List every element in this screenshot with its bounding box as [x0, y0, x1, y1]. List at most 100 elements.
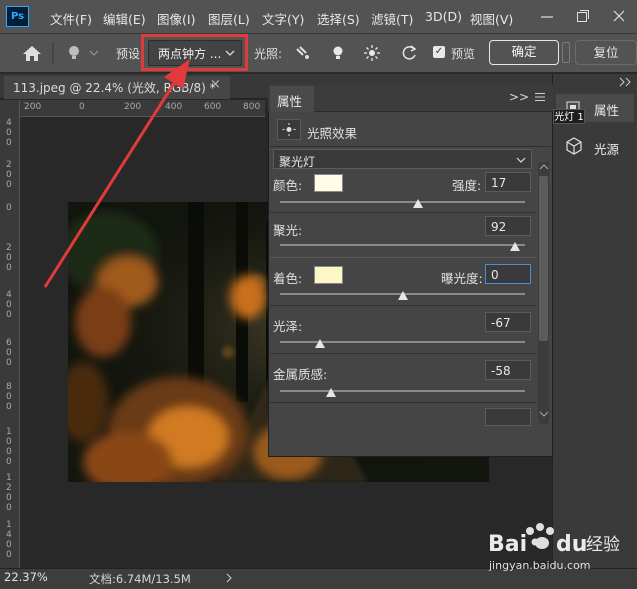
- ruler-left-label: 1 4 0 0: [6, 520, 12, 560]
- exposure-slider-thumb[interactable]: [397, 291, 408, 300]
- menu-file[interactable]: 文件(F): [50, 9, 92, 28]
- photoshop-logo-icon: Ps: [6, 6, 29, 27]
- panel-scrollbar-thumb[interactable]: [539, 176, 548, 341]
- metallic-slider-track[interactable]: [280, 390, 525, 392]
- ruler-left-label: 4 0 0: [6, 290, 12, 320]
- ruler-left-label: 2 0 0: [6, 160, 12, 190]
- light-type-dropdown[interactable]: 聚光灯: [273, 149, 532, 169]
- menu-image[interactable]: 图像(I): [157, 9, 195, 28]
- annotation-arrow-icon: [43, 59, 190, 288]
- menu-3d[interactable]: 3D(D): [425, 9, 462, 24]
- colorize-label: 着色:: [273, 271, 303, 286]
- add-infinite-light-button[interactable]: [362, 43, 382, 63]
- panel-divider: [270, 257, 536, 258]
- ruler-left-label: 0: [6, 203, 12, 213]
- intensity-label: 强度:: [452, 178, 482, 193]
- lighting-effects-icon: [277, 119, 301, 140]
- minimize-icon: [541, 16, 553, 18]
- ruler-left-label: 1 0 0 0: [6, 427, 12, 467]
- watermark-url: jingyan.baidu.com: [489, 559, 591, 572]
- dock-light-source-label: 光源: [594, 142, 620, 157]
- panel-menu-button[interactable]: [534, 91, 546, 101]
- ruler-top-label: 800: [243, 102, 261, 112]
- restore-button[interactable]: [571, 4, 595, 28]
- colorize-color-swatch[interactable]: [314, 266, 343, 284]
- scroll-down-icon[interactable]: [539, 410, 549, 418]
- light-label: 光照:: [254, 47, 283, 61]
- menu-type[interactable]: 文字(Y): [262, 9, 304, 28]
- intensity-slider-thumb[interactable]: [413, 199, 424, 208]
- preview-checkbox[interactable]: ✓: [433, 46, 445, 58]
- metallic-label: 金属质感:: [273, 367, 328, 382]
- hamburger-menu-icon: [535, 93, 545, 101]
- close-window-button[interactable]: [607, 4, 631, 28]
- add-point-light-button[interactable]: [328, 43, 348, 63]
- light-tooltip: 光灯 1: [553, 109, 585, 124]
- preview-label: 预览: [451, 47, 476, 61]
- rotate-icon: [402, 45, 417, 60]
- sun-icon: [364, 45, 380, 61]
- divider-handle: [562, 42, 570, 63]
- exposure-label: 曝光度:: [441, 271, 483, 286]
- gloss-label: 光泽:: [273, 319, 303, 334]
- menu-view[interactable]: 视图(V): [470, 9, 513, 28]
- close-icon: [613, 10, 625, 22]
- hotspot-input[interactable]: 92: [485, 216, 531, 236]
- ruler-left-label: 4 0 0: [6, 118, 12, 148]
- gloss-input[interactable]: -67: [485, 312, 531, 332]
- double-chevron-right-icon: [619, 77, 631, 87]
- reset-lights-button[interactable]: [399, 43, 421, 63]
- ruler-left-label: 1 2 0 0: [6, 473, 12, 513]
- section-title: 光照效果: [307, 126, 358, 141]
- panel-divider: [270, 402, 536, 403]
- ok-button[interactable]: 确定: [489, 40, 559, 65]
- hotspot-slider-thumb[interactable]: [510, 242, 521, 251]
- light-type-value: 聚光灯: [279, 155, 316, 169]
- hotspot-label: 聚光:: [273, 223, 303, 238]
- panel-divider: [270, 353, 536, 354]
- dock-properties-label: 属性: [594, 103, 620, 118]
- intensity-input[interactable]: 17: [485, 172, 531, 192]
- exposure-input[interactable]: 0: [485, 264, 531, 284]
- hotspot-slider-track[interactable]: [280, 244, 525, 246]
- sun-icon: [282, 123, 296, 136]
- menu-layer[interactable]: 图层(L): [208, 9, 250, 28]
- next-field-input[interactable]: [485, 408, 531, 426]
- chevron-right-icon[interactable]: [225, 573, 233, 583]
- baidu-paw-icon: Bai du 经验: [488, 523, 620, 557]
- ruler-top-label: 600: [204, 102, 222, 112]
- baidu-watermark-logo: Bai du 经验 jingyan.baidu.com: [486, 517, 636, 577]
- dock-collapse-button[interactable]: [617, 76, 635, 88]
- properties-tab[interactable]: 属性: [270, 86, 314, 112]
- metallic-slider-thumb[interactable]: [326, 388, 337, 397]
- dock-light-source-button[interactable]: 光源: [556, 131, 634, 161]
- ruler-left-label: 2 0 0: [6, 243, 12, 273]
- metallic-input[interactable]: -58: [485, 360, 531, 380]
- color-label: 颜色:: [273, 178, 303, 193]
- menu-select[interactable]: 选择(S): [317, 9, 360, 28]
- svg-text:Bai: Bai: [488, 532, 527, 557]
- restore-icon: [577, 10, 589, 22]
- intensity-slider-track[interactable]: [280, 201, 525, 203]
- minimize-button[interactable]: [535, 4, 559, 28]
- point-light-icon: [333, 46, 343, 59]
- menu-edit[interactable]: 编辑(E): [103, 9, 146, 28]
- gloss-slider-thumb[interactable]: [315, 339, 326, 348]
- svg-text:du: du: [556, 532, 587, 557]
- document-info[interactable]: 文档:6.74M/13.5M: [89, 571, 191, 587]
- cube-icon: [566, 137, 582, 155]
- add-spot-light-button[interactable]: [293, 43, 313, 63]
- tab-close-button[interactable]: ×: [210, 77, 221, 92]
- panel-divider: [270, 305, 536, 306]
- zoom-field[interactable]: 22.37%: [4, 570, 52, 586]
- scroll-up-icon[interactable]: [539, 163, 549, 171]
- panel-collapse-button[interactable]: >>: [509, 90, 529, 104]
- panel-divider: [270, 212, 536, 213]
- reset-button[interactable]: 复位: [575, 40, 637, 65]
- menu-filter[interactable]: 滤镜(T): [371, 9, 413, 28]
- ruler-left-label: 6 0 0: [6, 338, 12, 368]
- light-color-swatch[interactable]: [314, 174, 343, 192]
- ruler-top-label: 200: [24, 102, 42, 112]
- panel-divider: [270, 146, 551, 147]
- ruler-left-label: 8 0 0: [6, 382, 12, 412]
